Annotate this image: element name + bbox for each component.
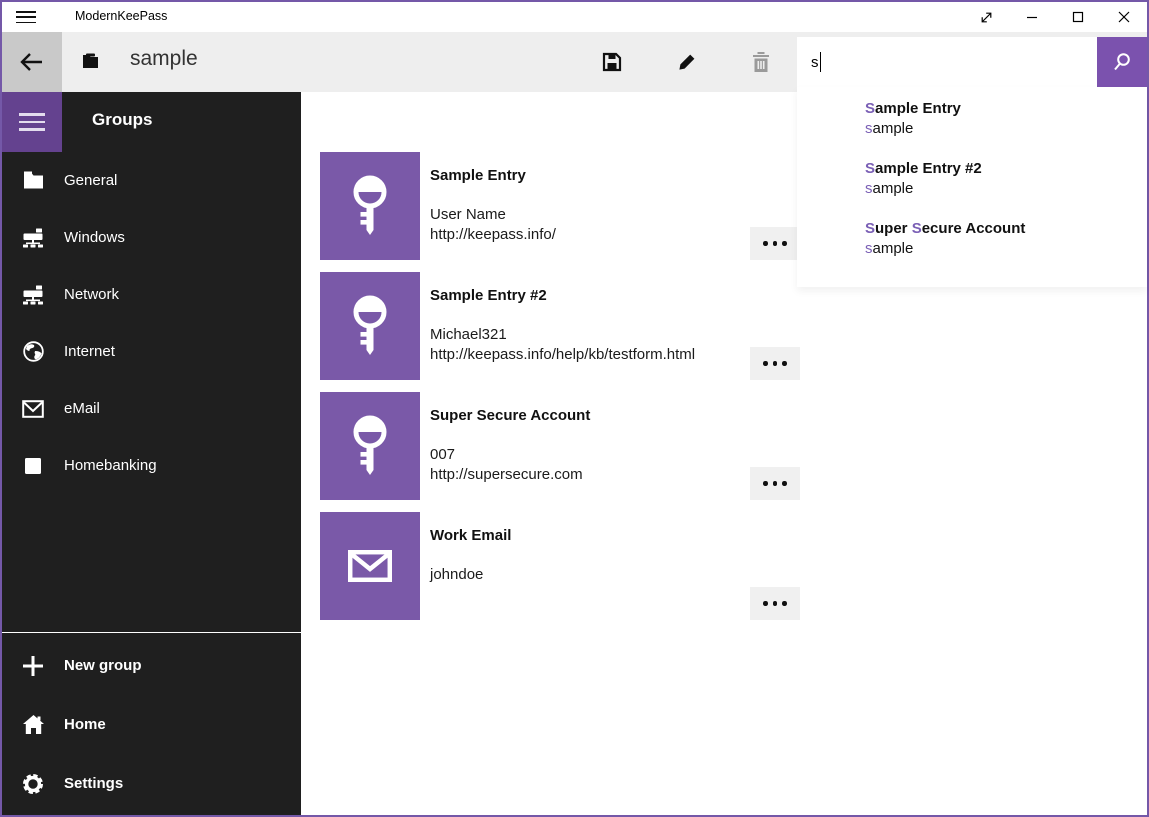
network-icon [2,285,64,305]
groups-heading: Groups [92,110,152,130]
sidebar: Groups General Windows Network [2,92,301,815]
back-arrow-icon [19,51,45,73]
database-title: sample [130,47,198,71]
sidebar-item-network[interactable]: Network [2,266,301,323]
search-button[interactable] [1097,37,1147,87]
search-value: s [811,54,819,71]
sidebar-item-windows[interactable]: Windows [2,209,301,266]
resize-diagonal-icon[interactable] [963,2,1009,32]
entry-row-sample-entry[interactable]: Sample Entry User Name http://keepass.in… [320,152,800,260]
entry-row-work-email[interactable]: Work Email johndoe [320,512,800,620]
more-button[interactable] [750,347,800,380]
ellipsis-icon [763,241,768,246]
suggestion-sample-entry[interactable]: Sample Entry sample [865,99,1147,159]
plus-icon [2,655,64,677]
back-button[interactable] [2,32,62,92]
search-box: s [797,37,1147,87]
gear-icon [2,773,64,795]
ellipsis-icon [763,601,768,606]
key-icon [342,291,398,361]
close-button[interactable] [1101,2,1147,32]
entry-list: Sample Entry User Name http://keepass.in… [320,152,800,632]
entry-title: Sample Entry [430,166,556,186]
titlebar-hamburger-icon[interactable] [16,9,36,25]
square-icon [2,457,64,475]
delete-button[interactable] [737,32,785,92]
mail-icon [2,400,64,418]
folder-icon [2,171,64,190]
sidebar-item-internet[interactable]: Internet [2,323,301,380]
more-button[interactable] [750,587,800,620]
app-window: ModernKeePass sample [0,0,1149,817]
home-button[interactable]: Home [2,695,301,754]
new-group-button[interactable]: New group [2,636,301,695]
search-suggestions-flyout: Sample Entry sample Sample Entry #2 samp… [797,87,1147,287]
save-icon [602,52,622,72]
key-icon [342,171,398,241]
edit-button[interactable] [663,32,711,92]
text-caret [820,52,822,72]
save-button[interactable] [588,32,636,92]
group-list: General Windows Network Internet [2,152,301,494]
entry-tile [320,512,420,620]
sidebar-hamburger-button[interactable] [2,92,62,152]
entry-tile [320,152,420,260]
entry-username: Michael321 [430,325,695,345]
globe-icon [2,341,64,362]
entry-username: 007 [430,445,590,465]
entry-url: http://supersecure.com [430,465,590,485]
more-button[interactable] [750,467,800,500]
titlebar: ModernKeePass [2,2,1147,32]
database-icon [82,53,99,73]
more-button[interactable] [750,227,800,260]
sidebar-item-general[interactable]: General [2,152,301,209]
suggestion-sample-entry-2[interactable]: Sample Entry #2 sample [865,159,1147,219]
window-controls [963,2,1147,32]
sidebar-footer: New group Home Settings [2,632,301,815]
entry-tile [320,392,420,500]
entry-row-sample-entry-2[interactable]: Sample Entry #2 Michael321 http://keepas… [320,272,800,380]
entry-url: http://keepass.info/ [430,225,556,245]
key-icon [342,411,398,481]
ellipsis-icon [763,481,768,486]
settings-button[interactable]: Settings [2,754,301,813]
entry-username: User Name [430,205,556,225]
entry-title: Sample Entry #2 [430,286,695,306]
home-icon [2,714,64,735]
trash-icon [752,52,770,72]
entry-row-super-secure-account[interactable]: Super Secure Account 007 http://supersec… [320,392,800,500]
network-icon [2,228,64,248]
maximize-button[interactable] [1055,2,1101,32]
appbar: sample s [2,32,1147,92]
entry-username: johndoe [430,565,511,585]
sidebar-item-email[interactable]: eMail [2,380,301,437]
entry-tile [320,272,420,380]
sidebar-item-homebanking[interactable]: Homebanking [2,437,301,494]
entry-title: Super Secure Account [430,406,590,426]
app-title: ModernKeePass [75,9,167,23]
search-input[interactable]: s [797,37,1097,87]
minimize-button[interactable] [1009,2,1055,32]
mail-icon [348,550,392,582]
pencil-icon [677,52,697,72]
entry-url: http://keepass.info/help/kb/testform.htm… [430,345,695,365]
suggestion-super-secure-account[interactable]: Super Secure Account sample [865,219,1147,279]
ellipsis-icon [763,361,768,366]
search-icon [1112,52,1132,72]
entry-title: Work Email [430,526,511,546]
